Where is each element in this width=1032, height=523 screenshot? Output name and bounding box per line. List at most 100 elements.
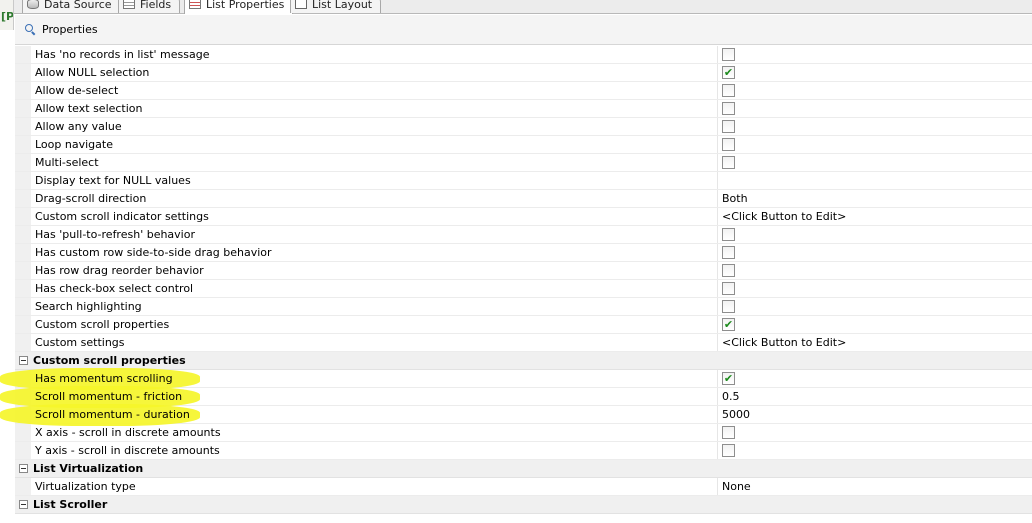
tab-list-properties[interactable]: List Properties [184,0,294,14]
section-header[interactable]: List Scroller [15,496,1032,514]
property-row[interactable]: X axis - scroll in discrete amounts [15,424,1032,442]
property-row[interactable]: Allow text selection [15,100,1032,118]
property-label: Loop navigate [35,138,113,151]
property-value[interactable]: <Click Button to Edit> [718,208,1032,225]
property-value[interactable] [718,172,1032,189]
property-row[interactable]: Has 'no records in list' message [15,46,1032,64]
row-gutter[interactable] [15,460,31,477]
property-name: Search highlighting [31,298,718,315]
property-row[interactable]: Scroll momentum - duration 5000 [0,404,1032,426]
property-label: Allow text selection [35,102,143,115]
property-row[interactable]: Has row drag reorder behavior [15,262,1032,280]
property-value[interactable] [718,118,1032,135]
section-header[interactable]: List Virtualization [15,460,1032,478]
property-value[interactable] [718,262,1032,279]
tab-fields[interactable]: Fields [118,0,181,13]
property-value[interactable]: ✔ [718,64,1032,81]
property-value[interactable]: None [718,478,1032,495]
row-gutter [15,244,31,261]
property-value[interactable] [718,442,1032,459]
check-icon: ✔ [723,66,734,79]
checkbox[interactable] [722,444,735,457]
checkbox[interactable] [722,138,735,151]
property-row[interactable]: Has 'pull-to-refresh' behavior [15,226,1032,244]
property-row[interactable]: Custom scroll properties ✔ [15,316,1032,334]
checkbox[interactable] [722,102,735,115]
property-value[interactable]: Both [718,190,1032,207]
collapse-icon[interactable] [18,356,28,365]
property-value[interactable] [718,244,1032,261]
property-value[interactable] [718,154,1032,171]
checkbox[interactable] [722,264,735,277]
checkbox[interactable] [722,48,735,61]
property-row[interactable]: Virtualization type None [15,478,1032,496]
checkbox[interactable] [722,282,735,295]
property-row[interactable]: Custom scroll indicator settings <Click B… [15,208,1032,226]
row-gutter [15,118,31,135]
checkbox[interactable] [722,120,735,133]
property-row[interactable]: Has check-box select control [15,280,1032,298]
tab-label: List Layout [312,0,373,11]
property-row[interactable]: Allow de-select [15,82,1032,100]
section-header[interactable]: Custom scroll properties [15,352,1032,370]
property-row[interactable]: Custom settings <Click Button to Edit> [15,334,1032,352]
property-row[interactable]: Drag-scroll direction Both [15,190,1032,208]
property-value[interactable]: ✔ [718,370,1032,387]
property-label: Has custom row side-to-side drag behavio… [35,246,272,259]
property-value[interactable] [718,136,1032,153]
row-gutter [15,46,31,63]
checkbox[interactable] [722,228,735,241]
check-icon: ✔ [723,318,734,331]
collapse-icon[interactable] [18,500,28,509]
row-gutter[interactable] [15,352,31,369]
property-row[interactable]: Scroll momentum - friction 0.5 [0,386,1032,408]
checkbox[interactable] [722,84,735,97]
property-value[interactable] [718,280,1032,297]
property-label: Drag-scroll direction [35,192,147,205]
checkbox[interactable] [722,246,735,259]
property-name: X axis - scroll in discrete amounts [31,424,718,441]
property-value[interactable]: 5000 [718,406,1032,423]
property-row[interactable]: Y axis - scroll in discrete amounts [15,442,1032,460]
checkbox[interactable] [722,156,735,169]
property-value-text: 5000 [722,408,750,421]
property-row[interactable]: Has custom row side-to-side drag behavio… [15,244,1032,262]
tab-label: Data Source [44,0,112,11]
row-gutter[interactable] [15,496,31,513]
fields-icon [123,0,135,9]
property-value[interactable] [718,424,1032,441]
property-row[interactable]: Has momentum scrolling ✔ [0,368,1032,390]
property-value[interactable] [718,82,1032,99]
property-row[interactable]: Allow NULL selection ✔ [15,64,1032,82]
checkbox-checked[interactable]: ✔ [722,372,735,385]
property-value[interactable] [718,298,1032,315]
tab-list-layout[interactable]: List Layout [290,0,382,13]
checkbox[interactable] [722,300,735,313]
property-row[interactable]: Multi-select [15,154,1032,172]
section-title: List Virtualization [31,460,718,477]
property-value[interactable] [718,226,1032,243]
property-label: Has 'no records in list' message [35,48,210,61]
checkbox-checked[interactable]: ✔ [722,66,735,79]
row-gutter [15,190,31,207]
property-row[interactable]: Search highlighting [15,298,1032,316]
property-row[interactable]: Loop navigate [15,136,1032,154]
section-title: Custom scroll properties [31,352,718,369]
property-label: List Scroller [33,498,108,511]
property-label: Has row drag reorder behavior [35,264,204,277]
property-row[interactable]: Allow any value [15,118,1032,136]
collapse-icon[interactable] [18,464,28,473]
property-value[interactable]: 0.5 [718,388,1032,405]
properties-title: Properties [42,23,98,36]
property-value[interactable]: <Click Button to Edit> [718,334,1032,351]
property-label: Custom scroll properties [33,354,186,367]
property-row[interactable]: Display text for NULL values [15,172,1032,190]
property-label: Scroll momentum - friction [35,390,183,403]
property-label: Allow NULL selection [35,66,150,79]
property-value[interactable] [718,46,1032,63]
property-value[interactable]: ✔ [718,316,1032,333]
property-value[interactable] [718,100,1032,117]
checkbox[interactable] [722,426,735,439]
tab-data-source[interactable]: Data Source [22,0,121,13]
checkbox-checked[interactable]: ✔ [722,318,735,331]
